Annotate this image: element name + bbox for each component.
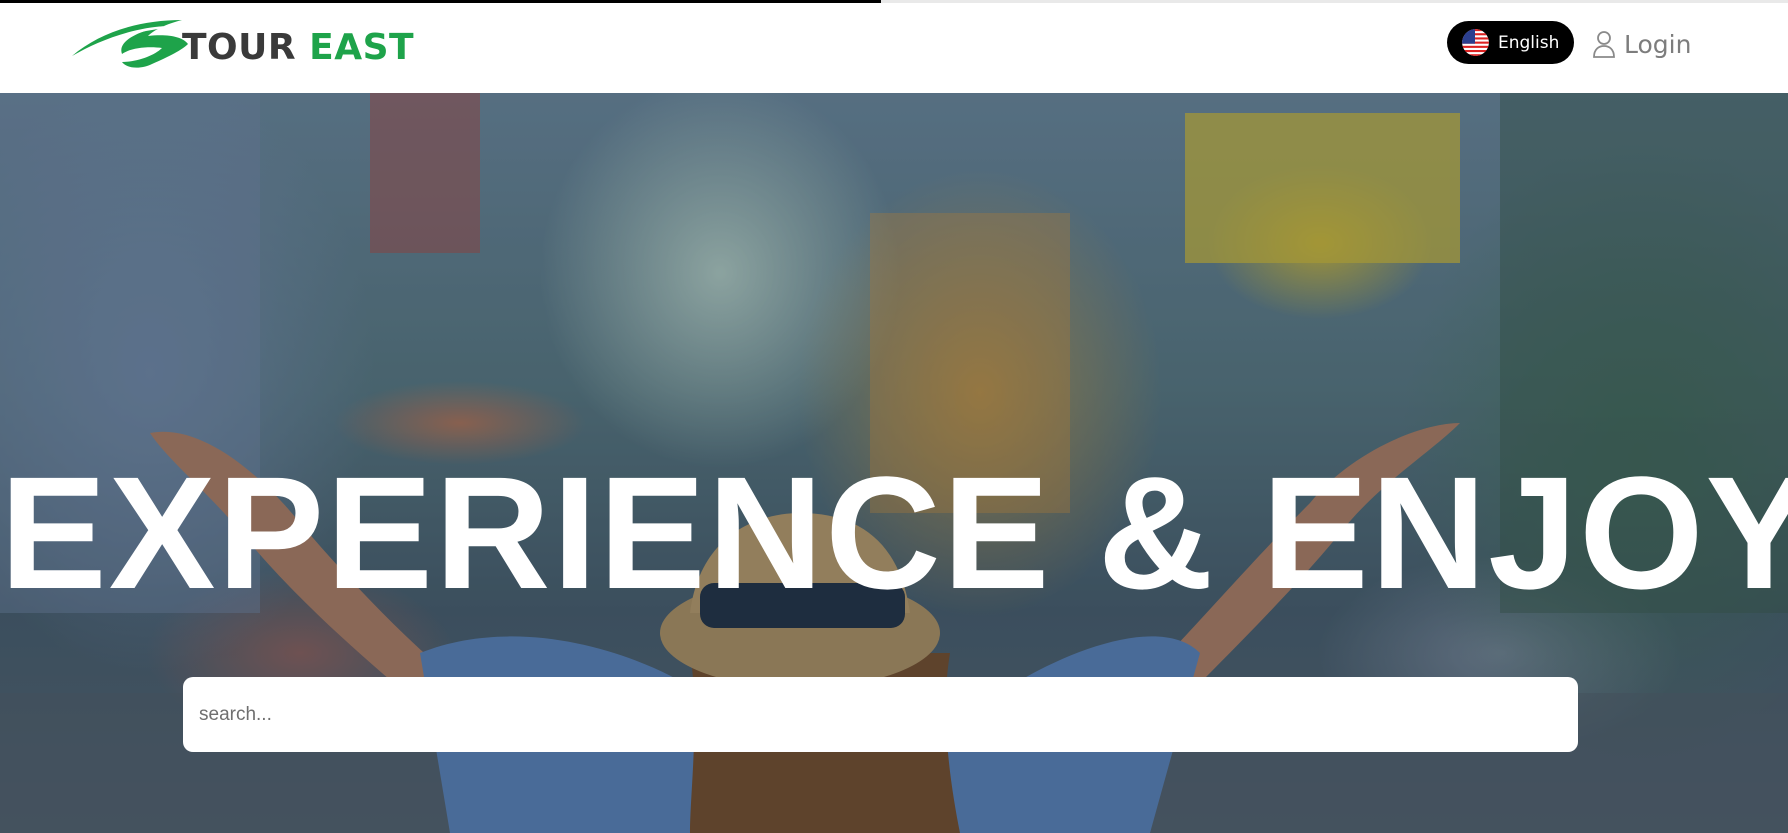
hero-banner: EXPERIENCE & ENJOY [0, 93, 1788, 833]
logo-text-tour: TOUR [182, 26, 297, 68]
logo-swoosh-icon [72, 20, 188, 68]
logo-text-east: EAST [309, 26, 415, 68]
hero-title: EXPERIENCE & ENJOY [0, 443, 1788, 622]
user-icon [1593, 31, 1615, 58]
search-input[interactable] [183, 677, 1578, 752]
login-label: Login [1624, 29, 1692, 59]
login-link[interactable]: Login [1592, 27, 1691, 61]
language-label: English [1498, 32, 1560, 53]
page-loading-bar [0, 0, 1788, 3]
language-selector[interactable]: English [1447, 21, 1574, 64]
tour-east-logo[interactable]: TOUR EAST [70, 14, 414, 70]
us-flag-icon [1462, 29, 1489, 56]
site-header: TOUR EAST English Login [0, 0, 1788, 93]
page-loading-progress [0, 0, 882, 3]
logo-wordmark: TOUR EAST [182, 27, 414, 68]
